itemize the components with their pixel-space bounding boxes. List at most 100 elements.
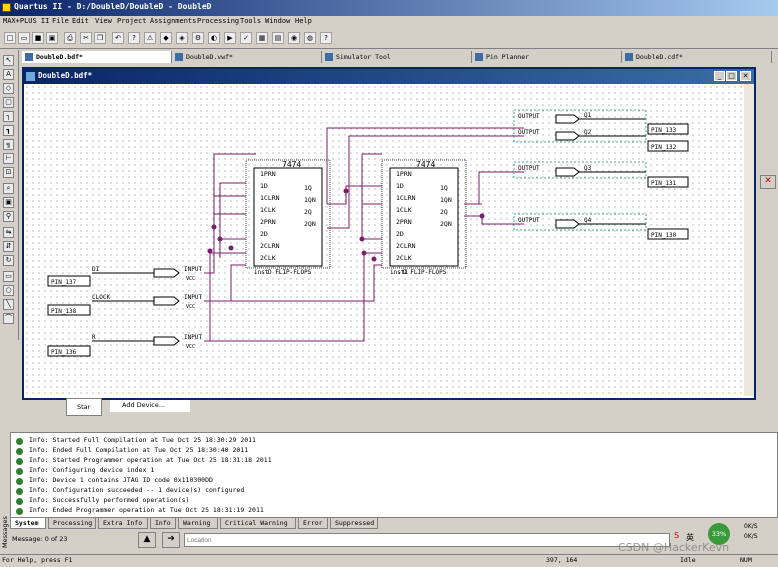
input-vcc-di: VCC <box>186 276 195 282</box>
symbol-tool-icon[interactable]: ◇ <box>3 83 14 94</box>
tab-processing[interactable]: Processing <box>48 518 96 529</box>
tab-doubled-cdf[interactable]: DoubleD.cdf* <box>622 51 772 63</box>
rtl-viewer-icon[interactable]: ◍ <box>304 32 316 44</box>
menu-maxplus[interactable]: MAX+PLUS II <box>3 17 49 25</box>
message-line[interactable]: Info: Configuration succeeded -- 1 devic… <box>29 486 244 494</box>
up-arrow-icon[interactable]: ▲ <box>138 532 156 548</box>
pin-137[interactable]: PIN_137 <box>51 279 77 286</box>
tab-warning[interactable]: Warning <box>178 518 218 529</box>
cut-icon[interactable]: ✂ <box>80 32 92 44</box>
partial-select-icon[interactable]: ⊡ <box>3 167 14 178</box>
pin-138[interactable]: PIN_138 <box>51 308 77 315</box>
orthogonal-bus-icon[interactable]: ┓ <box>3 125 14 136</box>
info-icon <box>16 468 23 475</box>
menu-window[interactable]: Window <box>265 17 290 25</box>
chip-editor-icon[interactable]: ◆ <box>160 32 172 44</box>
fullscreen-icon[interactable]: ▣ <box>3 197 14 208</box>
assignment-icon[interactable]: ◈ <box>176 32 188 44</box>
message-line[interactable]: Info: Successfully performed operation(s… <box>29 496 189 504</box>
tab-pin-planner[interactable]: Pin Planner <box>472 51 622 63</box>
start-button[interactable]: Star <box>66 398 102 416</box>
pin-130[interactable]: PIN_130 <box>651 232 677 239</box>
print-icon[interactable]: ⎙ <box>64 32 76 44</box>
save-icon[interactable]: ■ <box>32 32 44 44</box>
line-tool-icon[interactable]: ╲ <box>3 299 14 310</box>
compile-start-icon[interactable]: ▶ <box>224 32 236 44</box>
message-line[interactable]: Info: Configuring device index 1 <box>29 466 154 474</box>
close-icon[interactable]: ✕ <box>740 71 751 81</box>
chip-pin-left-6: 2CLRN <box>260 242 280 250</box>
chip-pin-left-4: 2PRN <box>260 218 276 226</box>
tab-critical-warning[interactable]: Critical Warning <box>220 518 296 529</box>
pin-132[interactable]: PIN_132 <box>651 144 677 151</box>
analysis-icon[interactable]: ✓ <box>240 32 252 44</box>
status-num: NUM <box>740 556 752 564</box>
menu-tools[interactable]: Tools <box>240 17 261 25</box>
flip-horizontal-icon[interactable]: ⇋ <box>3 227 14 238</box>
menu-processing[interactable]: Processing <box>197 17 239 25</box>
close-icon[interactable]: ✕ <box>760 175 776 189</box>
tab-doubled-vwf[interactable]: DoubleD.vwf* <box>172 51 322 63</box>
zoom-icon[interactable]: ⌕ <box>3 183 14 194</box>
tab-simulator-tool[interactable]: Simulator Tool <box>322 51 472 63</box>
orthogonal-node-icon[interactable]: ┐ <box>3 111 14 122</box>
block-tool-icon[interactable]: ▢ <box>3 97 14 108</box>
fitter-icon[interactable]: ▦ <box>256 32 268 44</box>
message-line[interactable]: Info: Started Programmer operation at Tu… <box>29 456 272 464</box>
vertical-scrollbar[interactable] <box>744 84 754 396</box>
assembler-icon[interactable]: ▤ <box>272 32 284 44</box>
locate-icon[interactable]: ➜ <box>162 532 180 548</box>
menu-view[interactable]: View <box>95 17 112 25</box>
programmer-icon[interactable]: ◉ <box>288 32 300 44</box>
help-icon[interactable]: ? <box>320 32 332 44</box>
pin-131[interactable]: PIN_131 <box>651 180 677 187</box>
rectangle-tool-icon[interactable]: ▭ <box>3 271 14 282</box>
output-type-q3: OUTPUT <box>518 165 540 172</box>
info-icon <box>16 458 23 465</box>
arc-tool-icon[interactable]: ⌒ <box>3 313 14 324</box>
menu-edit[interactable]: Edit <box>72 17 89 25</box>
messages-side-label: Messages <box>0 432 9 550</box>
tab-doubled-bdf[interactable]: DoubleD.bdf* <box>22 51 172 63</box>
message-line[interactable]: Info: Device 1 contains JTAG ID code 0x1… <box>29 476 213 484</box>
menu-help[interactable]: Help <box>295 17 312 25</box>
text-tool-icon[interactable]: A <box>3 69 14 80</box>
selection-tool-icon[interactable]: ↖ <box>3 55 14 66</box>
pin-136[interactable]: PIN_136 <box>51 349 77 356</box>
open-folder-icon[interactable]: ▭ <box>18 32 30 44</box>
rotate-icon[interactable]: ↻ <box>3 255 14 266</box>
add-device-button[interactable]: Add Device... <box>110 400 190 412</box>
tab-suppressed[interactable]: Suppressed <box>330 518 378 529</box>
menu-assignments[interactable]: Assignments <box>150 17 196 25</box>
tab-system[interactable]: System <box>10 518 46 529</box>
menu-file[interactable]: File <box>52 17 69 25</box>
rubberband-icon[interactable]: ⊢ <box>3 153 14 164</box>
location-input[interactable] <box>184 533 670 547</box>
settings-icon[interactable]: ⚙ <box>192 32 204 44</box>
save-all-icon[interactable]: ▣ <box>46 32 58 44</box>
minimize-icon[interactable]: _ <box>714 71 725 81</box>
message-line[interactable]: Info: Ended Programmer operation at Tue … <box>29 506 264 514</box>
tab-extra-info[interactable]: Extra Info <box>98 518 148 529</box>
message-line[interactable]: Info: Started Full Compilation at Tue Oc… <box>29 436 256 444</box>
undo-icon[interactable]: ↶ <box>112 32 124 44</box>
messages-label: Messages <box>1 516 9 548</box>
warning-icon[interactable]: ⚠ <box>144 32 156 44</box>
find-icon[interactable]: ⚲ <box>3 211 14 222</box>
tab-info[interactable]: Info <box>150 518 176 529</box>
menu-project[interactable]: Project <box>117 17 147 25</box>
new-file-icon[interactable]: □ <box>4 32 16 44</box>
pin-planner-icon <box>475 53 483 61</box>
bdf-window-titlebar: DoubleD.bdf* _ □ ✕ <box>24 69 754 84</box>
pin-133[interactable]: PIN_133 <box>651 127 677 134</box>
message-line[interactable]: Info: Ended Full Compilation at Tue Oct … <box>29 446 248 454</box>
maximize-icon[interactable]: □ <box>726 71 737 81</box>
conduit-tool-icon[interactable]: ╗ <box>3 139 14 150</box>
schematic-canvas[interactable]: 7474 7474 1PRN 1D 1CLRN 1CLK 2PRN 2D 2CLRN 2CLK… <box>24 84 742 396</box>
oval-tool-icon[interactable]: ○ <box>3 285 14 296</box>
copy-icon[interactable]: ❐ <box>94 32 106 44</box>
timing-icon[interactable]: ◐ <box>208 32 220 44</box>
flip-vertical-icon[interactable]: ⇵ <box>3 241 14 252</box>
tab-error[interactable]: Error <box>298 518 328 529</box>
help-pointer-icon[interactable]: ? <box>128 32 140 44</box>
